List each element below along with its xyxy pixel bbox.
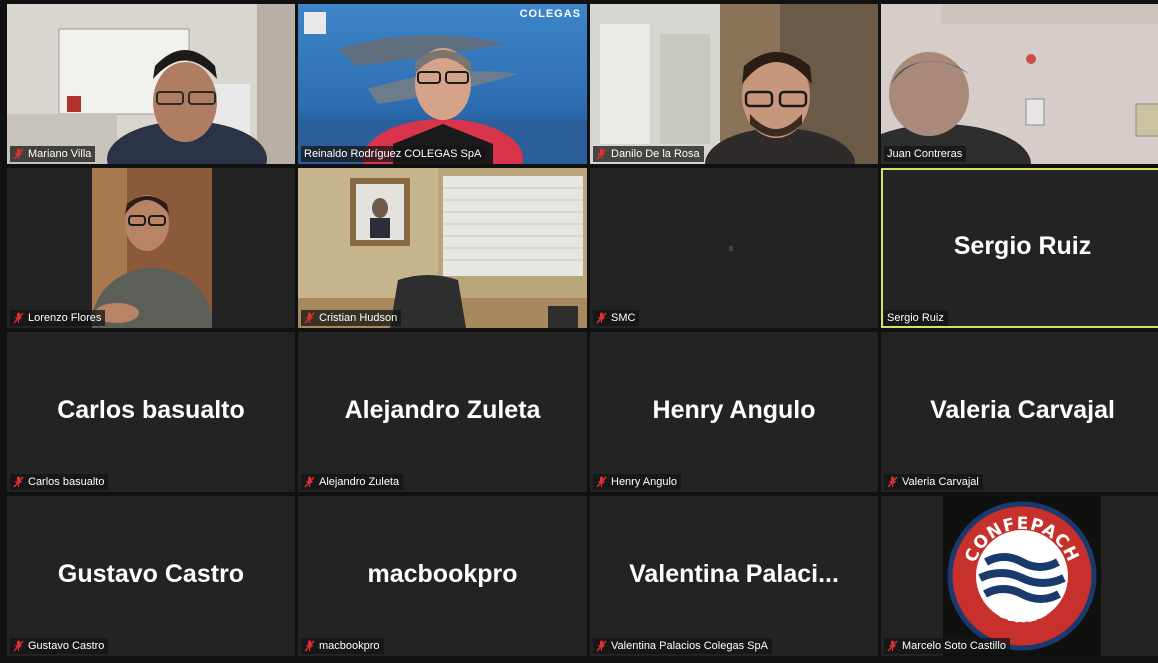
microphone-muted-icon	[13, 640, 24, 652]
participant-video	[590, 4, 878, 164]
participant-video	[298, 168, 587, 328]
participant-tile-cristian-hudson[interactable]: Cristian Hudson	[298, 168, 587, 328]
participant-name: Marcelo Soto Castillo	[902, 640, 1006, 652]
participant-display-name: Henry Angulo	[652, 396, 816, 425]
participant-name-label: Marcelo Soto Castillo	[884, 638, 1010, 654]
participant-tile-lorenzo-flores[interactable]: Lorenzo Flores	[7, 168, 295, 328]
participant-name-label: Mariano Villa	[10, 146, 96, 162]
participant-name: Reinaldo Rodríguez COLEGAS SpA	[304, 148, 482, 160]
participant-display-name: Alejandro Zuleta	[344, 396, 541, 425]
participant-tile-henry-angulo[interactable]: Henry Angulo Henry Angulo	[590, 332, 878, 492]
participant-name: Sergio Ruiz	[887, 312, 944, 324]
participant-name: Juan Contreras	[887, 148, 963, 160]
participant-name: SMC	[611, 312, 636, 324]
participant-name-label: Valeria Carvajal	[884, 474, 983, 490]
participant-tile-marcelo-soto-castillo[interactable]: CONFEPACH CHILE Marcelo Soto Castillo	[881, 496, 1158, 656]
microphone-muted-icon	[887, 640, 898, 652]
participant-video	[590, 168, 878, 328]
participant-tile-reinaldo-rodriguez[interactable]: COLEGAS Reinaldo Rodríguez COLEGAS SpA	[298, 4, 587, 164]
confepach-logo: CONFEPACH CHILE	[943, 496, 1101, 656]
participant-tile-carlos-basualto[interactable]: Carlos basualto Carlos basualto	[7, 332, 295, 492]
participant-tile-danilo-de-la-rosa[interactable]: Danilo De la Rosa	[590, 4, 878, 164]
participant-display-name: Valeria Carvajal	[930, 396, 1115, 425]
participant-display-name: Gustavo Castro	[57, 560, 245, 589]
participant-name: Mariano Villa	[28, 148, 92, 160]
participant-display-name: Valentina Palaci...	[629, 560, 839, 589]
participant-video	[881, 4, 1158, 164]
participant-name-label: Danilo De la Rosa	[593, 146, 704, 162]
participant-display-name: Sergio Ruiz	[953, 232, 1092, 261]
participant-tile-sergio-ruiz[interactable]: Sergio Ruiz Sergio Ruiz	[881, 168, 1158, 328]
participant-name: Valeria Carvajal	[902, 476, 979, 488]
participant-video	[7, 4, 295, 164]
participant-video	[7, 168, 295, 328]
brand-text: COLEGAS	[519, 8, 581, 20]
microphone-muted-icon	[596, 640, 607, 652]
participant-name-label: Sergio Ruiz	[884, 310, 948, 326]
microphone-muted-icon	[13, 476, 24, 488]
microphone-muted-icon	[596, 312, 607, 324]
microphone-muted-icon	[13, 148, 24, 160]
video-grid: Mariano Villa COLEGAS Reinaldo Rodríguez…	[0, 0, 1158, 663]
participant-display-name: Carlos basualto	[57, 396, 245, 425]
participant-name: Henry Angulo	[611, 476, 678, 488]
participant-tile-valentina-palacios[interactable]: Valentina Palaci... Valentina Palacios C…	[590, 496, 878, 656]
participant-name-label: Reinaldo Rodríguez COLEGAS SpA	[301, 146, 486, 162]
participant-name: Cristian Hudson	[319, 312, 398, 324]
participant-name: Valentina Palacios Colegas SpA	[611, 640, 768, 652]
microphone-muted-icon	[596, 148, 607, 160]
participant-tile-juan-contreras[interactable]: Juan Contreras	[881, 4, 1158, 164]
participant-name-label: Alejandro Zuleta	[301, 474, 404, 490]
participant-name-label: Carlos basualto	[10, 474, 109, 490]
participant-name-label: Juan Contreras	[884, 146, 967, 162]
participant-name-label: macbookpro	[301, 638, 384, 654]
participant-name: Alejandro Zuleta	[319, 476, 400, 488]
microphone-muted-icon	[13, 312, 24, 324]
participant-name: Lorenzo Flores	[28, 312, 102, 324]
participant-name: Danilo De la Rosa	[611, 148, 700, 160]
participant-name-label: Henry Angulo	[593, 474, 682, 490]
participant-tile-valeria-carvajal[interactable]: Valeria Carvajal Valeria Carvajal	[881, 332, 1158, 492]
participant-tile-alejandro-zuleta[interactable]: Alejandro Zuleta Alejandro Zuleta	[298, 332, 587, 492]
participant-name-label: Valentina Palacios Colegas SpA	[593, 638, 772, 654]
participant-name: macbookpro	[319, 640, 380, 652]
microphone-muted-icon	[887, 476, 898, 488]
participant-display-name: macbookpro	[367, 560, 518, 589]
participant-tile-mariano-villa[interactable]: Mariano Villa	[7, 4, 295, 164]
participant-name-label: Lorenzo Flores	[10, 310, 106, 326]
participant-name-label: Gustavo Castro	[10, 638, 109, 654]
participant-name: Gustavo Castro	[28, 640, 105, 652]
microphone-muted-icon	[304, 640, 315, 652]
microphone-muted-icon	[304, 312, 315, 324]
participant-tile-gustavo-castro[interactable]: Gustavo Castro Gustavo Castro	[7, 496, 295, 656]
participant-video: COLEGAS	[298, 4, 587, 164]
participant-name-label: Cristian Hudson	[301, 310, 402, 326]
microphone-muted-icon	[596, 476, 607, 488]
participant-tile-smc[interactable]: SMC	[590, 168, 878, 328]
participant-name-label: SMC	[593, 310, 640, 326]
participant-tile-macbookpro[interactable]: macbookpro macbookpro	[298, 496, 587, 656]
participant-name: Carlos basualto	[28, 476, 105, 488]
microphone-muted-icon	[304, 476, 315, 488]
